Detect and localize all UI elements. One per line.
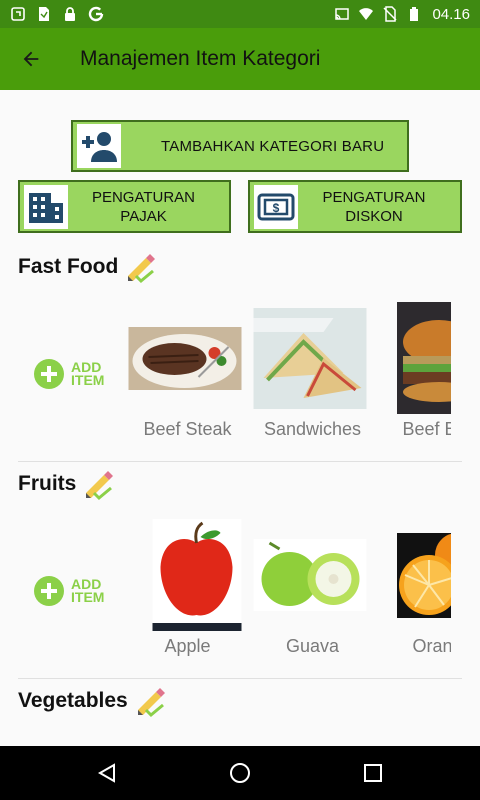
battery-icon: [410, 7, 419, 21]
google-icon: [88, 6, 104, 22]
add-category-label: TAMBAHKAN KATEGORI BARU: [161, 137, 385, 155]
category-title: Fruits: [18, 472, 77, 495]
arrow-back-icon: [23, 51, 39, 67]
divider: [18, 461, 462, 462]
divider: [18, 678, 462, 679]
home-nav-icon: [229, 763, 250, 783]
item-name: Apple: [164, 636, 211, 656]
item-name: Orang: [412, 636, 451, 656]
cast-icon: [335, 8, 350, 20]
edit-pencil-icon[interactable]: [122, 250, 158, 284]
tax-settings-label: PENGATURAN PAJAK: [68, 188, 229, 226]
add-circle-icon: [34, 576, 64, 606]
orange-image: [397, 533, 451, 618]
guava-image: [253, 539, 367, 611]
discount-settings-button[interactable]: $ PENGATURAN DISKON: [248, 180, 462, 233]
app-bar: Manajemen Item Kategori: [0, 28, 480, 90]
add-item-label: ADD ITEM: [71, 577, 105, 605]
apple-image: [152, 519, 242, 631]
nav-home-button[interactable]: [220, 753, 260, 793]
status-time: 04.16: [432, 5, 470, 23]
category-header: Fast Food: [18, 250, 158, 284]
category-section: Fast Food ADD ITEM Beef Steak Sandwiches …: [0, 250, 480, 466]
add-item-label-line2: ITEM: [71, 589, 105, 605]
system-nav-bar: [0, 746, 480, 800]
items-row[interactable]: Apple Guava Orang: [120, 519, 451, 669]
back-nav-icon: [97, 763, 115, 783]
category-title: Vegetables: [18, 689, 128, 712]
item-name: Beef Bur: [402, 419, 451, 439]
discount-settings-label: PENGATURAN DISKON: [298, 188, 460, 226]
add-item-button[interactable]: ADD ITEM: [34, 358, 106, 390]
item-name: Sandwiches: [263, 419, 362, 439]
add-item-label: ADD ITEM: [71, 360, 105, 388]
status-bar: 04.16: [0, 0, 480, 28]
wifi-icon: [359, 8, 374, 20]
discount-settings-label-line1: PENGATURAN: [322, 188, 426, 206]
back-button[interactable]: [0, 28, 62, 90]
money-icon: $: [254, 184, 298, 229]
category-header: Vegetables: [18, 684, 168, 718]
add-person-icon: [77, 124, 121, 168]
status-icons-right: 04.16: [334, 6, 470, 23]
status-icons-left: [10, 6, 104, 22]
item-name: Beef Steak: [143, 419, 232, 439]
app-icon: [11, 7, 25, 21]
sandwiches-image: [253, 308, 367, 409]
category-section: Fruits ADDITEM Apple Guava Orang: [0, 467, 480, 683]
page-title: Manajemen Item Kategori: [80, 47, 321, 70]
category-header: Fruits: [18, 467, 116, 501]
doc-icon: [39, 7, 49, 21]
edit-pencil-icon[interactable]: [80, 467, 116, 501]
beef-steak-image: [128, 327, 242, 390]
svg-text:$: $: [273, 201, 280, 215]
add-item-label-line2: ITEM: [71, 372, 105, 388]
no-sim-icon: [383, 6, 397, 22]
add-category-button[interactable]: TAMBAHKAN KATEGORI BARU: [71, 120, 409, 172]
lock-icon: [65, 7, 75, 21]
category-section: Vegetables: [0, 684, 480, 746]
main-content[interactable]: TAMBAHKAN KATEGORI BARU PENGATURAN PAJAK…: [0, 90, 480, 746]
items-row[interactable]: Beef Steak Sandwiches Beef Bur: [120, 302, 451, 452]
tax-settings-label-line2: PAJAK: [120, 207, 167, 225]
add-item-button[interactable]: ADD ITEM: [34, 575, 106, 607]
edit-pencil-icon[interactable]: [132, 684, 168, 718]
recents-nav-icon: [364, 764, 383, 782]
nav-back-button[interactable]: [87, 753, 127, 793]
tax-settings-button[interactable]: PENGATURAN PAJAK: [18, 180, 231, 233]
nav-recents-button[interactable]: [353, 753, 393, 793]
category-title: Fast Food: [18, 255, 119, 278]
beef-burger-image: [397, 302, 451, 414]
item-name: Guava: [285, 636, 340, 656]
add-circle-icon: [34, 359, 64, 389]
tax-settings-label-line1: PENGATURAN: [91, 188, 196, 206]
building-icon: [24, 184, 68, 229]
discount-settings-label-line2: DISKON: [345, 207, 403, 225]
